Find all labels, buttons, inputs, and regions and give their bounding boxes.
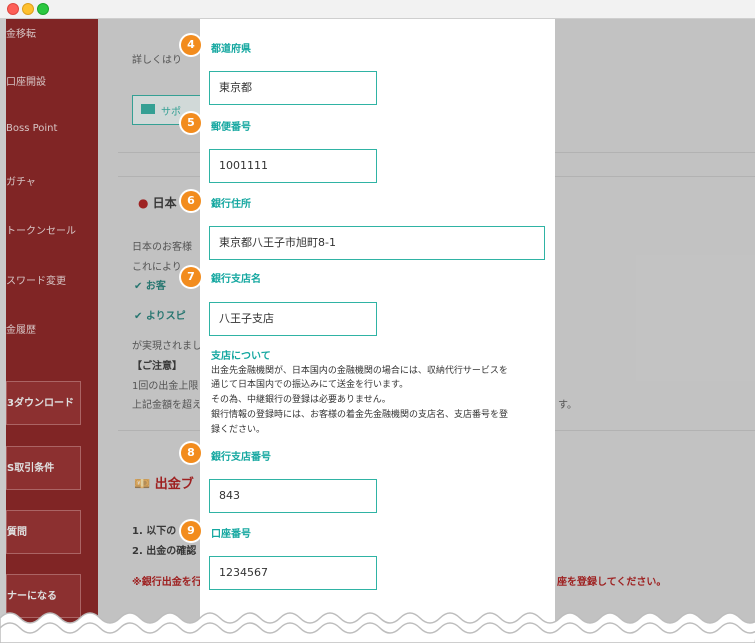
step-badge: 7 (181, 267, 201, 287)
prefecture-input[interactable]: 東京都 (209, 71, 377, 105)
browser-window: 金移転 口座開設 Boss Point ガチャ トークンセール スワード変更 金… (0, 0, 755, 643)
prefecture-label: 都道府県 (211, 44, 251, 55)
branch-name-input[interactable]: 八王子支店 (209, 302, 377, 336)
branch-note-title: 支店について (211, 351, 271, 362)
maximize-window-icon[interactable] (37, 3, 49, 15)
branch-note-line: その為、中継銀行の登録は必要ありません。 (211, 395, 391, 405)
wavy-cut-edge (0, 612, 755, 643)
close-window-icon[interactable] (7, 3, 19, 15)
postal-code-input[interactable]: 1001111 (209, 149, 377, 183)
branch-name-label: 銀行支店名 (211, 274, 261, 285)
step-badge: 6 (181, 191, 201, 211)
account-number-input[interactable]: 1234567 (209, 556, 377, 590)
branch-note-line: 録ください。 (211, 425, 266, 435)
minimize-window-icon[interactable] (22, 3, 34, 15)
step-badge: 5 (181, 113, 201, 133)
step-badge: 8 (181, 443, 201, 463)
branch-number-label: 銀行支店番号 (211, 452, 271, 463)
bank-address-input[interactable]: 東京都八王子市旭町8-1 (209, 226, 545, 260)
step-badge: 9 (181, 521, 201, 541)
bank-address-label: 銀行住所 (211, 199, 251, 210)
bank-info-modal: 4 都道府県 東京都 5 郵便番号 1001111 6 銀行住所 東京都八王子市… (181, 19, 555, 629)
step-badge: 4 (181, 35, 201, 55)
account-number-label: 口座番号 (211, 529, 251, 540)
branch-number-input[interactable]: 843 (209, 479, 377, 513)
branch-note-line: 通じて日本国内での振込みにて送金を行います。 (211, 380, 409, 390)
title-bar (0, 0, 755, 19)
branch-note-line: 出金先金融機関が、日本国内の金融機関の場合には、収納代行サービスを (211, 366, 508, 376)
branch-note-line: 銀行情報の登録時には、お客様の着金先金融機関の支店名、支店番号を登 (211, 410, 509, 420)
postal-code-label: 郵便番号 (211, 122, 251, 133)
